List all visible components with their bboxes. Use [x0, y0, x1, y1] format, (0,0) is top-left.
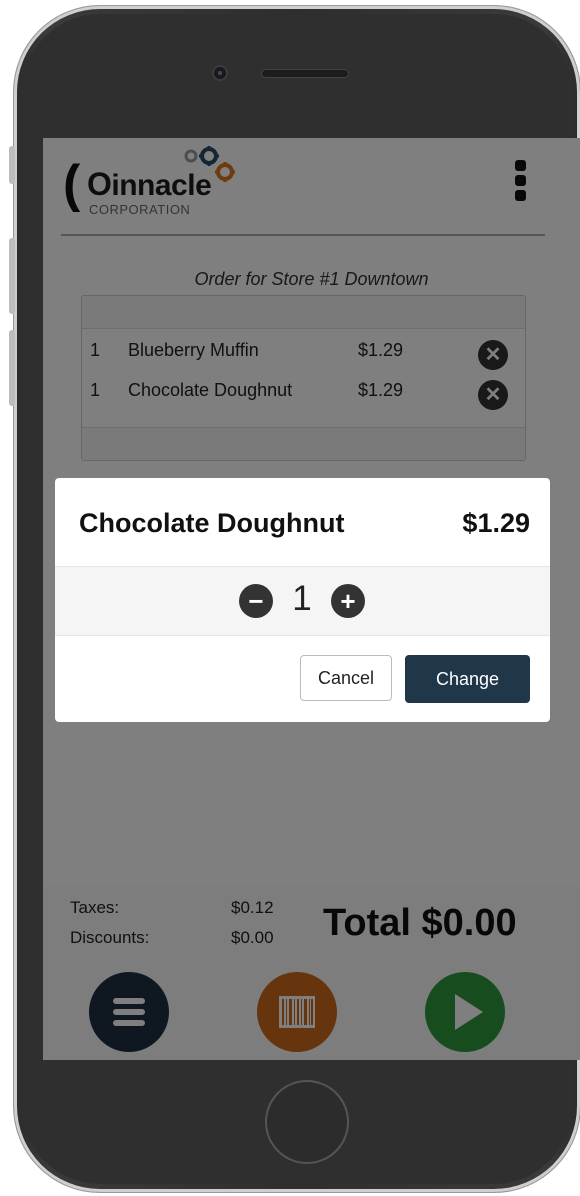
app-screen: ( Oinnacle CORPORATION Order for Store #… — [43, 138, 580, 1060]
speaker-grille — [262, 70, 348, 77]
phone-mute-switch — [9, 146, 15, 184]
quantity-stepper: − 1 + — [55, 566, 550, 636]
phone-volume-up — [9, 238, 15, 314]
quantity-value: 1 — [292, 579, 312, 618]
dialog-item-name: Chocolate Doughnut — [79, 508, 345, 538]
cancel-button[interactable]: Cancel — [300, 655, 392, 701]
plus-circle-icon[interactable]: + — [331, 584, 365, 618]
minus-circle-icon[interactable]: − — [239, 584, 273, 618]
home-button[interactable] — [265, 1080, 349, 1164]
change-quantity-dialog: Chocolate Doughnut $1.29 − 1 + Cancel Ch… — [55, 478, 550, 722]
front-camera — [214, 67, 226, 79]
dialog-item-price: $1.29 — [462, 508, 530, 538]
change-button[interactable]: Change — [405, 655, 530, 703]
phone-volume-down — [9, 330, 15, 406]
